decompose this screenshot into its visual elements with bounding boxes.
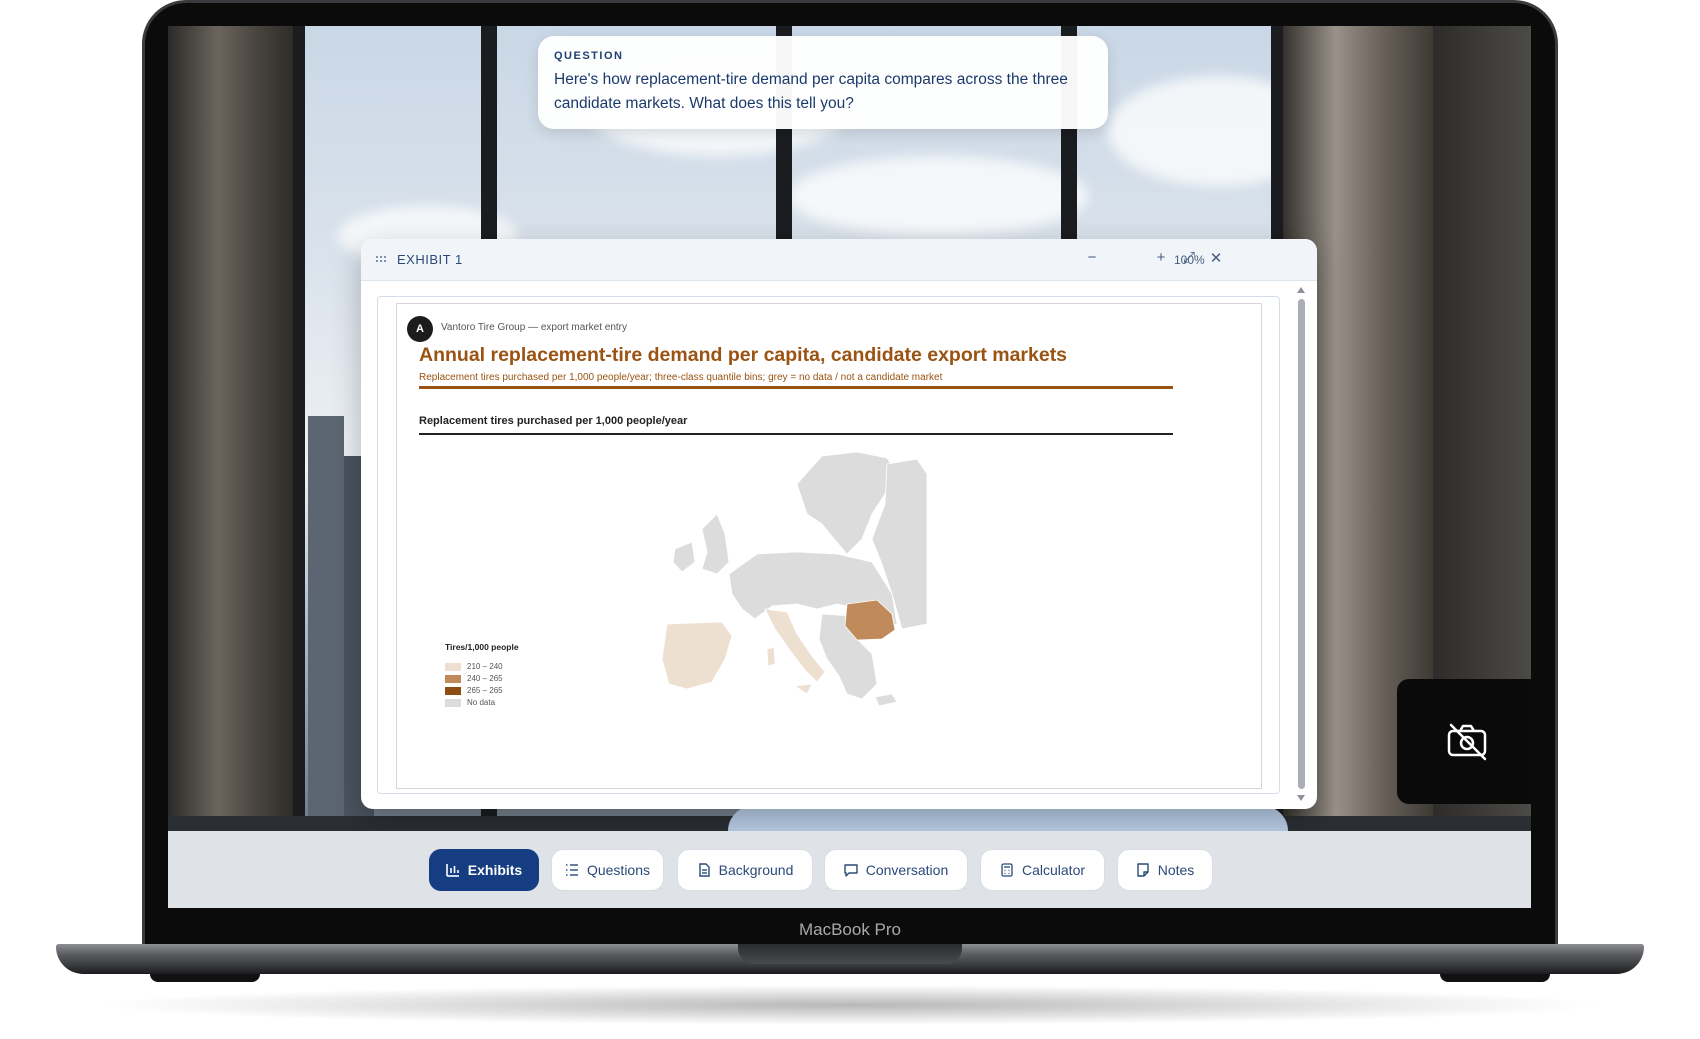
bottom-nav: Exhibits Questions Background Conversati… xyxy=(168,831,1531,908)
map-region-italy xyxy=(764,608,826,683)
legend-label: 240 – 265 xyxy=(467,674,503,683)
legend-item: No data xyxy=(445,698,495,708)
legend-label: 210 – 240 xyxy=(467,662,503,671)
exhibit-source: Vantoro Tire Group — export market entry xyxy=(441,322,628,333)
laptop-foot xyxy=(150,974,260,982)
legend-swatch xyxy=(445,698,461,707)
list-icon xyxy=(565,864,578,876)
nav-background-button[interactable]: Background xyxy=(677,849,813,891)
nav-calculator-label: Calculator xyxy=(1021,862,1086,878)
bar-chart-icon xyxy=(445,864,459,877)
panel-rule xyxy=(419,433,1173,435)
chart-title: Annual replacement-tire demand per capit… xyxy=(419,344,1068,366)
window-frame xyxy=(293,26,305,831)
nav-notes-label: Notes xyxy=(1157,862,1195,878)
curtain-left xyxy=(168,26,293,831)
legend-label: No data xyxy=(467,698,496,707)
laptop-foot xyxy=(1440,974,1550,982)
legend-item: 210 – 240 xyxy=(445,662,503,672)
nav-questions-button[interactable]: Questions xyxy=(551,849,664,891)
drag-handle-icon[interactable] xyxy=(375,255,387,265)
europe-map xyxy=(661,451,928,707)
legend-title: Tires/1,000 people xyxy=(445,642,519,652)
close-button[interactable]: ✕ xyxy=(1206,249,1226,271)
interviewer-shoulders xyxy=(728,806,1288,831)
chart-subtitle: Replacement tires purchased per 1,000 pe… xyxy=(419,372,943,383)
cloud xyxy=(788,156,1088,236)
scroll-up-icon[interactable] xyxy=(1297,287,1305,293)
scroll-down-icon[interactable] xyxy=(1297,795,1305,801)
screen: QUESTION Here's how replacement-tire dem… xyxy=(168,26,1531,908)
exhibit-scrollbar[interactable] xyxy=(1296,285,1306,805)
building xyxy=(308,416,344,831)
exhibit-panel: EXHIBIT 1 − 100% + ⤢ ✕ A Vantoro Tire Gr… xyxy=(361,239,1317,809)
legend-swatch xyxy=(445,674,461,683)
exhibit-badge: A xyxy=(407,316,433,342)
question-text: Here's how replacement-tire demand per c… xyxy=(554,71,1068,112)
nav-exhibits-button[interactable]: Exhibits xyxy=(429,849,539,891)
map-region-british-isles xyxy=(701,513,730,575)
nav-calculator-button[interactable]: Calculator xyxy=(980,849,1105,891)
map-region-turkey-tip xyxy=(874,693,898,707)
map-region-sardinia xyxy=(766,646,776,667)
question-card: QUESTION Here's how replacement-tire dem… xyxy=(538,36,1108,129)
exhibit-header[interactable]: EXHIBIT 1 − 100% + ⤢ ✕ xyxy=(361,239,1317,281)
camera-off-icon xyxy=(1447,723,1487,761)
zoom-in-button[interactable]: + xyxy=(1151,249,1171,271)
map-region-sicily xyxy=(793,683,813,695)
title-rule xyxy=(419,386,1173,389)
nav-notes-button[interactable]: Notes xyxy=(1117,849,1213,891)
exhibit-title: EXHIBIT 1 xyxy=(397,252,463,267)
chat-icon xyxy=(844,864,858,877)
self-view-tile[interactable] xyxy=(1397,679,1531,804)
exhibit-body: A Vantoro Tire Group — export market ent… xyxy=(377,296,1280,794)
exhibit-document: A Vantoro Tire Group — export market ent… xyxy=(396,303,1262,789)
nav-conversation-label: Conversation xyxy=(865,862,949,878)
nav-conversation-button[interactable]: Conversation xyxy=(824,849,968,891)
zoom-out-button[interactable]: − xyxy=(1082,249,1102,271)
map-region-ireland xyxy=(672,541,696,573)
nav-questions-label: Questions xyxy=(586,862,651,878)
panel-title: Replacement tires purchased per 1,000 pe… xyxy=(419,415,688,427)
legend-item: 265 – 265 xyxy=(445,686,503,696)
legend-item: 240 – 265 xyxy=(445,674,503,684)
calculator-icon xyxy=(1001,863,1013,877)
nav-background-label: Background xyxy=(718,862,794,878)
question-label: QUESTION xyxy=(554,50,624,62)
device-label: MacBook Pro xyxy=(798,920,902,939)
map-region-iberia xyxy=(661,621,733,690)
note-icon xyxy=(1137,863,1149,877)
legend-label: 265 – 265 xyxy=(467,686,503,695)
legend-swatch xyxy=(445,686,461,695)
laptop-shadow xyxy=(90,985,1610,1025)
laptop-notch xyxy=(738,944,962,964)
legend-swatch xyxy=(445,662,461,671)
document-icon xyxy=(698,863,710,877)
expand-button[interactable]: ⤢ xyxy=(1179,249,1199,271)
scrollbar-thumb[interactable] xyxy=(1298,299,1305,789)
nav-exhibits-label: Exhibits xyxy=(467,862,523,878)
